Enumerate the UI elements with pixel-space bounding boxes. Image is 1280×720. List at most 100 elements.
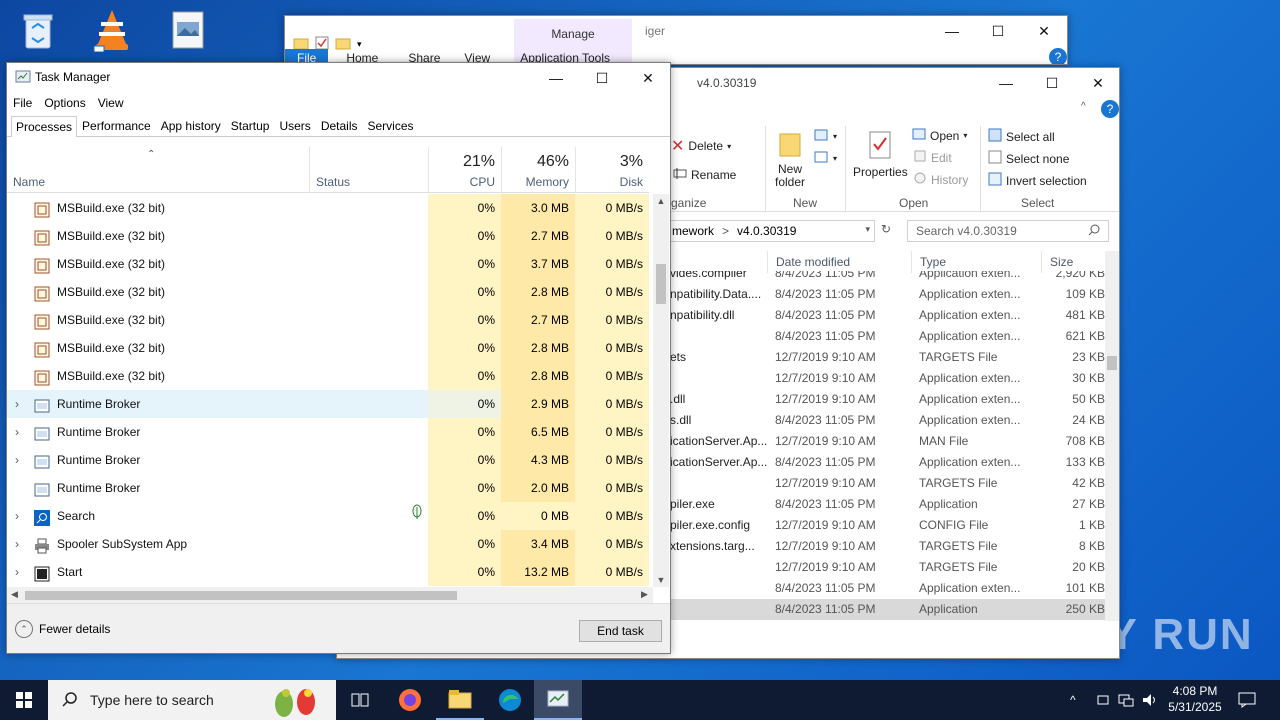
menu-file[interactable]: File [7,93,38,115]
help-icon[interactable]: ? [1101,100,1119,118]
maximize-button[interactable]: ☐ [1029,68,1075,98]
file-row[interactable]: 8/4/2023 11:05 PM Application exten... 101… [667,578,1107,599]
process-row[interactable]: MSBuild.exe (32 bit) 0% 3.7 MB 0 MB/s [7,250,649,278]
file-row[interactable]: npatibility.Data.... 8/4/2023 11:05 PM App… [667,284,1107,305]
process-row[interactable]: › Runtime Broker 0% 6.5 MB 0 MB/s [7,418,649,446]
file-row[interactable]: xtensions.targ... 12/7/2019 9:10 AM TARGET… [667,536,1107,557]
show-hidden-icons-icon[interactable]: ^ [1070,680,1076,720]
task-manager-titlebar[interactable]: Task Manager — ☐ ✕ [7,63,670,93]
scrollbar-thumb[interactable] [25,591,457,600]
image-file-icon[interactable] [164,6,212,54]
start-button[interactable] [0,680,48,720]
process-row[interactable]: MSBuild.exe (32 bit) 0% 2.8 MB 0 MB/s [7,278,649,306]
minimize-button[interactable]: — [533,63,579,93]
edit-button[interactable]: Edit [913,150,952,165]
close-button[interactable]: ✕ [1021,16,1067,46]
new-folder-button[interactable]: New folder [775,130,805,189]
column-name[interactable]: Name [7,147,309,193]
process-row[interactable]: › Runtime Broker 0% 2.9 MB 0 MB/s [7,390,649,418]
file-row[interactable]: 8/4/2023 11:05 PM Application 250 KB [667,599,1107,620]
column-type[interactable]: Type [911,251,1041,273]
file-row[interactable]: 12/7/2019 9:10 AM TARGETS File 42 KB [667,473,1107,494]
horizontal-scrollbar[interactable]: ◀ ▶ [7,587,653,603]
column-cpu[interactable]: 21% CPU [428,147,501,193]
file-row[interactable]: 12/7/2019 9:10 AM Application exten... 30 … [667,368,1107,389]
recycle-bin-icon[interactable] [14,6,62,54]
column-size[interactable]: Size [1041,251,1107,273]
process-list-scrollbar[interactable]: ▲ ▼ [653,194,669,587]
chevron-right-icon[interactable]: › [15,446,25,474]
minimize-button[interactable]: — [983,68,1029,98]
address-bar[interactable]: mework > v4.0.30319 ▾ [667,220,875,242]
scroll-left-icon[interactable]: ◀ [11,589,18,600]
tab-app-history[interactable]: App history [156,115,226,136]
task-manager-window[interactable]: Task Manager — ☐ ✕ File Options View Pro… [6,62,671,654]
tab-details[interactable]: Details [316,115,363,136]
process-row[interactable]: › Spooler SubSystem App 0% 3.4 MB 0 MB/s [7,530,649,558]
menu-options[interactable]: Options [38,93,91,115]
help-icon[interactable]: ? [1049,48,1067,64]
process-row[interactable]: MSBuild.exe (32 bit) 0% 2.8 MB 0 MB/s [7,334,649,362]
vlc-icon[interactable] [88,6,136,54]
file-row[interactable]: npatibility.dll 8/4/2023 11:05 PM Applicat… [667,305,1107,326]
delete-button[interactable]: ✕ Delete ▾ [671,136,731,156]
tab-services[interactable]: Services [363,115,419,136]
scrollbar-thumb[interactable] [656,264,666,304]
edge-icon[interactable] [486,680,534,720]
select-all-button[interactable]: Select all [988,128,1055,145]
invert-selection-button[interactable]: Invert selection [988,172,1087,189]
tab-users[interactable]: Users [274,115,315,136]
properties-button[interactable]: Properties [853,130,908,179]
file-row[interactable]: .dll 12/7/2019 9:10 AM Application exten..… [667,389,1107,410]
tab-startup[interactable]: Startup [226,115,275,136]
chevron-right-icon[interactable]: › [15,390,25,418]
chevron-right-icon[interactable]: › [15,418,25,446]
process-row[interactable]: › Search 0% 0 MB 0 MB/s [7,502,649,530]
file-row[interactable]: ets 12/7/2019 9:10 AM TARGETS File 23 KB [667,347,1107,368]
process-row[interactable]: MSBuild.exe (32 bit) 0% 2.8 MB 0 MB/s [7,362,649,390]
scroll-right-icon[interactable]: ▶ [641,589,648,600]
file-row[interactable]: 12/7/2019 9:10 AM TARGETS File 20 KB [667,557,1107,578]
easy-access-button[interactable]: ▾ [813,150,837,167]
tab-processes[interactable]: Processes [11,116,78,137]
fewer-details-button[interactable]: ⌃ Fewer details [15,620,110,638]
chevron-right-icon[interactable]: › [15,502,25,530]
scroll-up-icon[interactable]: ▲ [653,196,669,206]
device-icon[interactable] [1096,680,1110,720]
scroll-down-icon[interactable]: ▼ [653,575,669,585]
history-button[interactable]: History [913,172,968,187]
end-task-button[interactable]: End task [579,620,662,642]
file-row[interactable]: piler.exe.config 12/7/2019 9:10 AM CONFIG … [667,515,1107,536]
notifications-icon[interactable] [1238,680,1256,720]
file-row[interactable]: 8/4/2023 11:05 PM Application exten... 621… [667,326,1107,347]
taskbar-clock[interactable]: 4:08 PM 5/31/2025 [1160,683,1230,715]
maximize-button[interactable]: ☐ [579,63,625,93]
column-disk[interactable]: 3% Disk [575,147,649,193]
close-button[interactable]: ✕ [1075,68,1119,98]
chevron-right-icon[interactable]: › [15,530,25,558]
column-status[interactable]: Status [309,147,428,193]
volume-icon[interactable] [1142,680,1158,720]
process-row[interactable]: › Start 0% 13.2 MB 0 MB/s [7,558,649,586]
process-row[interactable]: MSBuild.exe (32 bit) 0% 2.7 MB 0 MB/s [7,306,649,334]
explorer-scrollbar[interactable] [1105,251,1119,621]
network-icon[interactable] [1118,680,1134,720]
refresh-icon[interactable]: ↻ [877,222,895,240]
task-manager-icon[interactable] [534,680,582,720]
process-row[interactable]: › Runtime Broker 0% 4.3 MB 0 MB/s [7,446,649,474]
menu-view[interactable]: View [92,93,130,115]
select-none-button[interactable]: Select none [988,150,1069,167]
file-row[interactable]: s.dll 8/4/2023 11:05 PM Application exten.… [667,410,1107,431]
search-input[interactable]: Search v4.0.30319 [907,220,1109,242]
chevron-right-icon[interactable]: › [15,558,25,586]
explorer-back-window[interactable]: ▾ Manage iger — ☐ ✕ File Home Share View… [284,15,1068,65]
minimize-button[interactable]: — [929,16,975,46]
process-row[interactable]: Runtime Broker 0% 2.0 MB 0 MB/s [7,474,649,502]
firefox-icon[interactable] [386,680,434,720]
open-button[interactable]: Open ▾ [912,128,967,143]
taskbar-search-box[interactable]: Type here to search [48,680,336,720]
process-row[interactable]: MSBuild.exe (32 bit) 0% 2.7 MB 0 MB/s [7,222,649,250]
rename-button[interactable]: Rename [673,166,736,183]
collapse-ribbon-icon[interactable]: ^ [1081,101,1086,112]
file-explorer-icon[interactable] [436,680,484,720]
